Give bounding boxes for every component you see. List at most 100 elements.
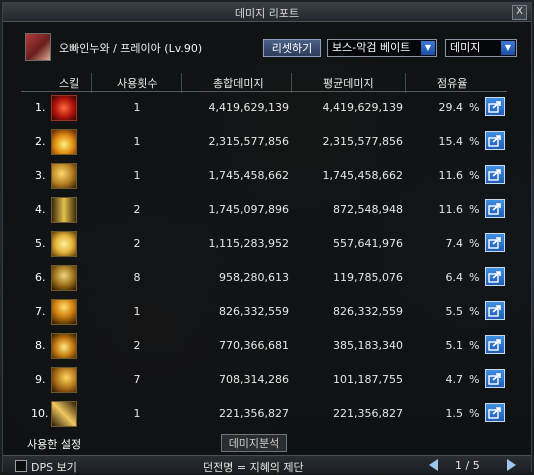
row-rank: 3. — [35, 169, 46, 182]
share-button[interactable] — [485, 97, 505, 116]
column-divider — [405, 73, 406, 93]
header-count: 사용횟수 — [117, 77, 158, 90]
skill-6-icon — [51, 265, 77, 291]
column-divider — [181, 73, 182, 93]
reset-button[interactable]: 리셋하기 — [263, 39, 321, 57]
next-page-button[interactable] — [507, 459, 516, 471]
share-button[interactable] — [485, 369, 505, 388]
table-row: 1. 1 4,419,629,139 4,419,629,139 29.4 % — [17, 93, 527, 127]
skill-2-icon — [51, 129, 77, 155]
footer-tabs: 사용한 설정 데미지분석 — [17, 433, 437, 455]
tab-used-settings[interactable]: 사용한 설정 — [27, 436, 81, 452]
tab-damage-analysis[interactable]: 데미지분석 — [221, 434, 287, 452]
row-avg: 119,785,076 — [333, 271, 403, 284]
character-avatar — [25, 33, 51, 61]
row-percent: % — [469, 135, 480, 148]
row-percent: % — [469, 271, 480, 284]
row-total: 1,115,283,952 — [208, 237, 289, 250]
share-icon — [488, 305, 501, 317]
row-percent: % — [469, 305, 480, 318]
page-indicator: 1 / 5 — [455, 459, 480, 472]
share-button[interactable] — [485, 335, 505, 354]
header-avg: 평균데미지 — [323, 77, 374, 90]
target-select-value: 보스-악검 베이트 — [332, 41, 411, 54]
pagination: 1 / 5 — [423, 458, 523, 472]
header-total: 총합데미지 — [213, 77, 264, 90]
row-count: 1 — [133, 135, 141, 148]
prev-page-button[interactable] — [429, 459, 438, 471]
target-select[interactable]: 보스-악검 베이트 ▼ — [327, 39, 437, 57]
dungeon-name: 던전명 = 지혜의 제단 — [203, 461, 304, 474]
row-percent: % — [469, 203, 480, 216]
share-button[interactable] — [485, 199, 505, 218]
row-count: 7 — [133, 373, 141, 386]
row-percent: % — [469, 373, 480, 386]
row-avg: 826,332,559 — [333, 305, 403, 318]
row-rank: 4. — [35, 203, 46, 216]
row-rank: 8. — [35, 339, 46, 352]
share-button[interactable] — [485, 403, 505, 422]
row-avg: 2,315,577,856 — [322, 135, 403, 148]
share-button[interactable] — [485, 301, 505, 320]
row-total: 770,366,681 — [219, 339, 289, 352]
row-count: 2 — [133, 203, 141, 216]
table-row: 9. 7 708,314,286 101,187,755 4.7 % — [17, 365, 527, 399]
skill-10-icon — [51, 401, 77, 427]
share-icon — [488, 271, 501, 283]
share-button[interactable] — [485, 267, 505, 286]
row-count: 1 — [133, 169, 141, 182]
row-avg: 557,641,976 — [333, 237, 403, 250]
row-total: 4,419,629,139 — [208, 101, 289, 114]
row-total: 958,280,613 — [219, 271, 289, 284]
damage-type-select-value: 데미지 — [450, 41, 481, 54]
row-share: 29.4 — [438, 101, 464, 114]
share-button[interactable] — [485, 131, 505, 150]
row-percent: % — [469, 101, 480, 114]
row-count: 2 — [133, 339, 141, 352]
header-share: 점유율 — [437, 77, 468, 90]
close-button[interactable]: X — [512, 5, 527, 20]
row-percent: % — [469, 237, 480, 250]
row-share: 6.4 — [445, 271, 464, 284]
row-total: 221,356,827 — [219, 407, 289, 420]
row-share: 4.7 — [445, 373, 464, 386]
share-icon — [488, 407, 501, 419]
title-bar[interactable]: 데미지 리포트 X — [3, 3, 531, 22]
share-icon — [488, 169, 501, 181]
row-total: 2,315,577,856 — [208, 135, 289, 148]
row-percent: % — [469, 339, 480, 352]
skill-7-icon — [51, 299, 77, 325]
column-divider — [291, 73, 292, 93]
row-share: 11.6 — [438, 169, 464, 182]
character-row: 오빠인누와 / 프레이아 (Lv.90) 리셋하기 보스-악검 베이트 ▼ 데미… — [19, 33, 529, 61]
row-avg: 221,356,827 — [333, 407, 403, 420]
row-avg: 385,183,340 — [333, 339, 403, 352]
row-share: 1.5 — [445, 407, 464, 420]
damage-type-select[interactable]: 데미지 ▼ — [445, 39, 517, 57]
row-rank: 2. — [35, 135, 46, 148]
row-count: 8 — [133, 271, 141, 284]
row-total: 826,332,559 — [219, 305, 289, 318]
table-row: 7. 1 826,332,559 826,332,559 5.5 % — [17, 297, 527, 331]
row-rank: 9. — [35, 373, 46, 386]
row-total: 1,745,458,662 — [208, 169, 289, 182]
row-count: 2 — [133, 237, 141, 250]
table-row: 10. 1 221,356,827 221,356,827 1.5 % — [17, 399, 527, 433]
row-total: 1,745,097,896 — [208, 203, 289, 216]
share-button[interactable] — [485, 165, 505, 184]
character-name: 오빠인누와 / 프레이아 (Lv.90) — [59, 42, 203, 55]
row-share: 15.4 — [438, 135, 464, 148]
share-icon — [488, 101, 501, 113]
row-share: 7.4 — [445, 237, 464, 250]
row-avg: 101,187,755 — [333, 373, 403, 386]
row-rank: 7. — [35, 305, 46, 318]
row-count: 1 — [133, 305, 141, 318]
dps-checkbox[interactable] — [15, 460, 27, 472]
column-divider — [91, 73, 92, 93]
share-icon — [488, 373, 501, 385]
row-share: 11.6 — [438, 203, 464, 216]
share-icon — [488, 135, 501, 147]
row-rank: 6. — [35, 271, 46, 284]
share-button[interactable] — [485, 233, 505, 252]
share-icon — [488, 203, 501, 215]
